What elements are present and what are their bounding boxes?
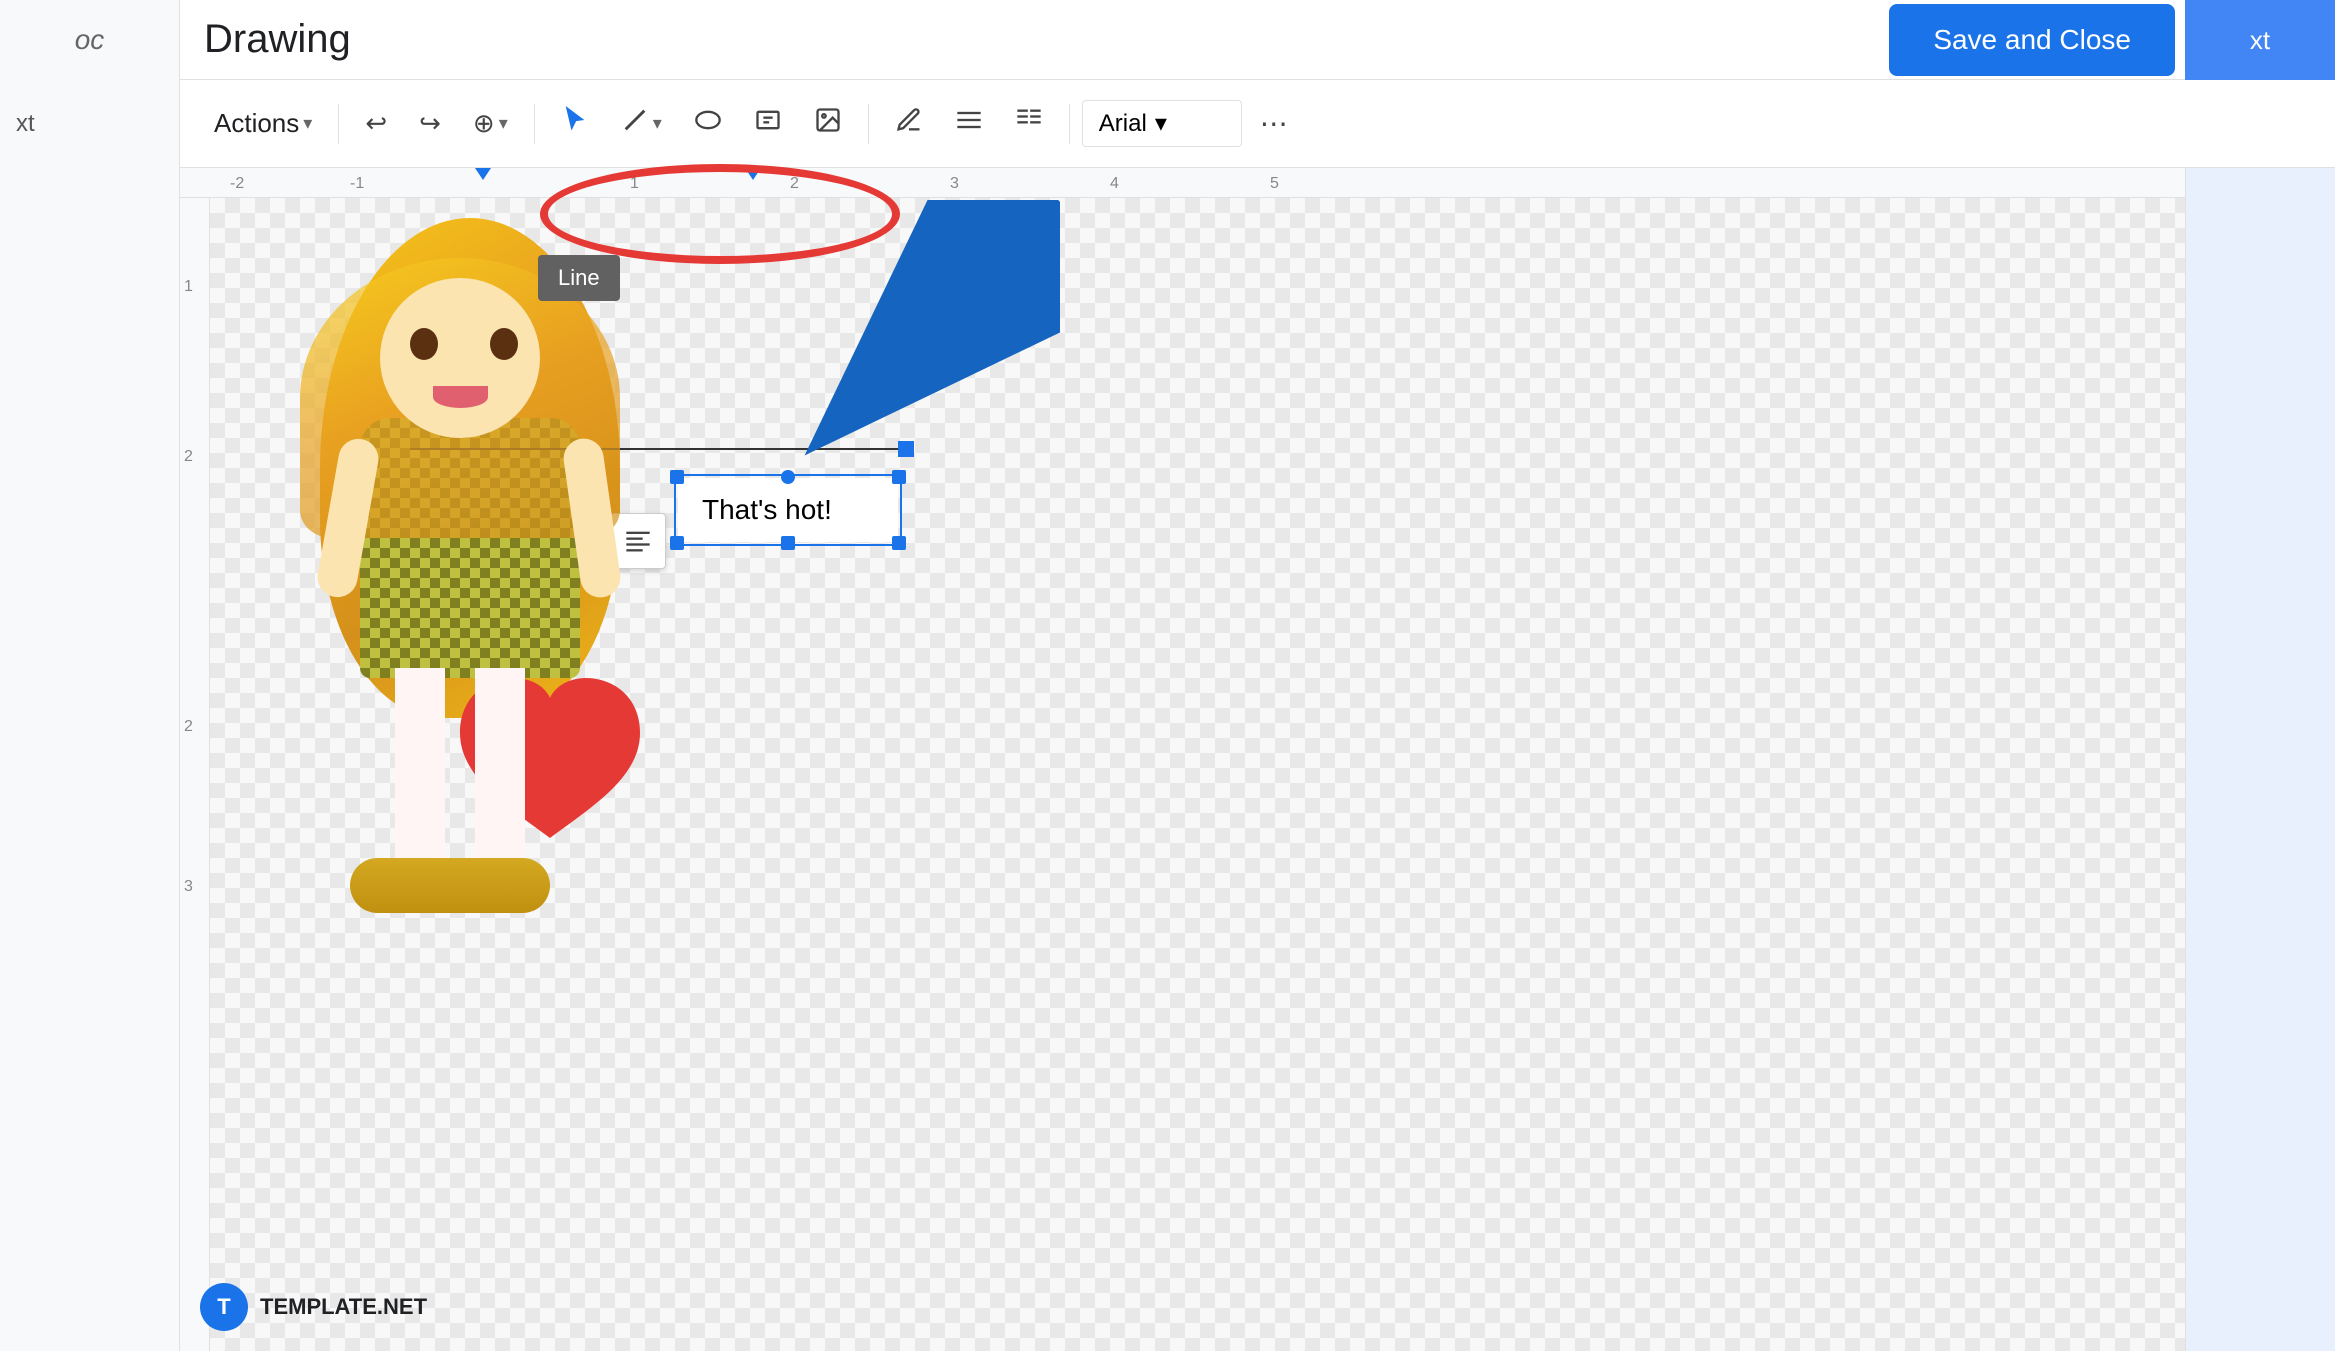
ruler-tick: -2 [230,175,244,193]
templatenet-badge: T TEMPLATE.NET [200,1283,427,1331]
line-style-button[interactable] [941,96,997,151]
handle-tr[interactable] [892,470,906,484]
separator-3 [868,104,869,144]
templatenet-logo: T [200,1283,248,1331]
left-panel [0,168,180,1351]
doll-eye-right [490,328,518,360]
textbox-button[interactable] [740,96,796,151]
zoom-dropdown-arrow: ▾ [499,113,508,134]
font-name: Arial [1099,110,1147,138]
handle-bl[interactable] [670,536,684,550]
handle-bc[interactable] [781,536,795,550]
font-selector[interactable]: Arial ▾ [1082,100,1242,147]
pencil-icon [895,106,923,141]
doll-platform [350,858,550,913]
sidebar-strip: oc [0,0,180,80]
more-lines-button[interactable] [1001,96,1057,151]
doll-legs [395,668,445,868]
select-button[interactable] [547,96,603,151]
main-container: -2 -1 1 2 3 4 5 1 2 2 3 [0,168,2335,1351]
doll-face [380,278,540,438]
doll-legs-right [475,668,525,868]
ruler-tick: 5 [1270,175,1279,193]
canvas-area[interactable]: -2 -1 1 2 3 4 5 1 2 2 3 [180,168,2185,1351]
select-icon [561,106,589,141]
handle-tc[interactable] [781,470,795,484]
line-button[interactable]: ▾ [607,96,676,151]
separator-4 [1069,104,1070,144]
header: oc Drawing Save and Close xt [0,0,2335,80]
more-options-icon: ⋯ [1260,107,1288,140]
templatenet-logo-letter: T [217,1294,230,1320]
right-strip [2185,168,2335,1351]
zoom-icon: ⊕ [473,108,495,139]
shape-icon [694,106,722,141]
shape-button[interactable] [680,96,736,151]
ruler-tick: 3 [950,175,959,193]
toolbar-content: Actions ▾ ↩ ↪ ⊕ ▾ ▾ [200,80,1302,167]
actions-button[interactable]: Actions ▾ [200,98,326,149]
undo-button[interactable]: ↩ [351,98,401,149]
avatar-text: xt [2250,25,2270,56]
ruler-tick: 4 [1110,175,1119,193]
font-dropdown-arrow: ▾ [1155,109,1167,138]
actions-label: Actions [214,108,299,139]
drawing-canvas[interactable]: That's hot! [210,198,2185,1351]
more-lines-icon [1015,106,1043,141]
ruler-marker-right [745,168,761,180]
textbox-icon [754,106,782,141]
ruler-v-tick: 1 [184,278,193,296]
handle-br[interactable] [892,536,906,550]
ruler-marker-left [475,168,491,180]
templatenet-name: TEMPLATE.NET [260,1294,427,1320]
more-options-button[interactable]: ⋯ [1246,97,1302,150]
textbox-content[interactable]: That's hot! [678,478,898,542]
ruler-tick: 2 [790,175,799,193]
separator-1 [338,104,339,144]
line-endpoint [898,441,914,457]
separator-2 [534,104,535,144]
image-icon [814,106,842,141]
toolbar-left-text: xt [16,110,35,138]
ruler-v-tick: 2 [184,718,193,736]
page-title: Drawing [204,17,351,62]
textbox-container[interactable]: That's hot! [678,478,898,542]
zoom-button[interactable]: ⊕ ▾ [459,98,522,149]
line-dropdown-arrow: ▾ [653,113,662,134]
actions-dropdown-arrow: ▾ [303,113,312,134]
redo-button[interactable]: ↪ [405,98,455,149]
save-close-button[interactable]: Save and Close [1889,4,2175,76]
ruler-horizontal: -2 -1 1 2 3 4 5 [180,168,2185,198]
ruler-v-tick: 2 [184,448,193,466]
avatar-strip: xt [2185,0,2335,80]
toolbar-left-strip: xt [0,80,180,168]
image-button[interactable] [800,96,856,151]
doll-figure [280,218,660,1018]
text-align-button[interactable] [610,513,666,569]
doll-eye-left [410,328,438,360]
sidebar-strip-text: oc [75,24,105,56]
pencil-button[interactable] [881,96,937,151]
handle-tl[interactable] [670,470,684,484]
redo-icon: ↪ [419,108,441,139]
ruler-tick: 1 [630,175,639,193]
toolbar: xt Actions ▾ ↩ ↪ ⊕ ▾ [0,80,2335,168]
undo-icon: ↩ [365,108,387,139]
ruler-v-tick: 3 [184,878,193,896]
line-icon [621,106,649,141]
line-style-icon [955,106,983,141]
ruler-tick: -1 [350,175,364,193]
doll-lips [433,386,488,408]
ruler-vertical: 1 2 2 3 [180,198,210,1351]
